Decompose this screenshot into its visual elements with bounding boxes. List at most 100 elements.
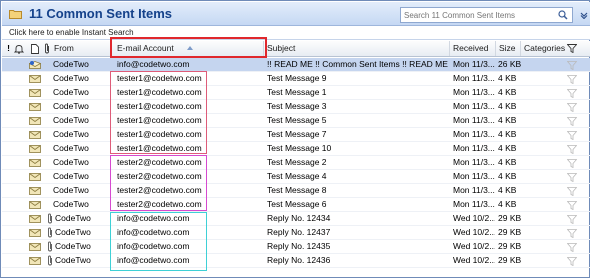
message-subject: !! READ ME !! Common Sent Items !! READ … [267, 59, 449, 69]
envelope-icon [29, 201, 41, 209]
message-subject: Reply No. 12436 [267, 255, 331, 265]
message-from: CodeTwo [53, 199, 89, 209]
reminder-column-header[interactable] [12, 41, 26, 56]
subject-column-header[interactable]: Subject [264, 41, 450, 56]
message-row[interactable]: CodeTwo tester1@codetwo.com Test Message 9… [2, 72, 590, 86]
message-received: Wed 10/2... [453, 255, 495, 265]
flag-icon[interactable] [567, 89, 577, 98]
message-size: 4 KB [498, 185, 517, 195]
message-row[interactable]: CodeTwo tester1@codetwo.com Test Message 1… [2, 142, 590, 156]
message-row[interactable]: CodeTwo info@codetwo.com !! READ ME !! Com… [2, 58, 590, 72]
message-size: 4 KB [498, 199, 517, 209]
flag-icon[interactable] [567, 75, 577, 84]
message-row[interactable]: CodeTwo tester2@codetwo.com Test Message 2… [2, 156, 590, 170]
expand-query-button[interactable] [578, 8, 589, 22]
message-row[interactable]: CodeTwo tester1@codetwo.com Test Message 3… [2, 100, 590, 114]
search-input[interactable] [401, 8, 551, 22]
message-row[interactable]: CodeTwo tester2@codetwo.com Test Message 6… [2, 198, 590, 212]
type-column-header[interactable] [29, 41, 41, 56]
flag-icon[interactable] [567, 131, 577, 140]
message-email-account: tester2@codetwo.com [117, 157, 202, 167]
message-from: CodeTwo [53, 185, 89, 195]
message-row[interactable]: CodeTwo tester1@codetwo.com Test Message 1… [2, 86, 590, 100]
envelope-icon [29, 75, 41, 83]
search-icon [558, 10, 568, 20]
message-email-account: tester2@codetwo.com [117, 185, 202, 195]
folder-icon [9, 10, 22, 19]
message-from: CodeTwo [53, 73, 89, 83]
flag-icon[interactable] [567, 201, 577, 210]
message-subject: Test Message 10 [267, 143, 332, 153]
message-received: Mon 11/3... [453, 87, 495, 97]
flag-icon[interactable] [567, 103, 577, 112]
flag-icon[interactable] [567, 187, 577, 196]
message-received: Mon 11/3... [453, 143, 495, 153]
message-subject: Test Message 8 [267, 185, 327, 195]
message-subject: Test Message 2 [267, 157, 327, 167]
message-from: CodeTwo [53, 157, 89, 167]
message-size: 29 KB [498, 227, 522, 237]
message-email-account: tester1@codetwo.com [117, 73, 202, 83]
message-from: CodeTwo [55, 227, 91, 237]
envelope-icon [29, 159, 41, 167]
message-email-account: info@codetwo.com [117, 241, 190, 251]
message-subject: Test Message 1 [267, 87, 327, 97]
message-received: Mon 11/3... [453, 199, 495, 209]
flag-icon[interactable] [567, 117, 577, 126]
flag-icon[interactable] [567, 61, 577, 70]
categories-column-header[interactable]: Categories [521, 41, 565, 56]
folder-title: 11 Common Sent Items [29, 6, 173, 21]
flag-icon[interactable] [567, 257, 577, 266]
envelope-icon [29, 187, 41, 195]
message-row[interactable]: CodeTwo info@codetwo.com Reply No. 12434 We… [2, 212, 590, 226]
message-row[interactable]: CodeTwo info@codetwo.com Reply No. 12435 We… [2, 240, 590, 254]
message-received: Mon 11/3... [453, 185, 495, 195]
message-email-account: tester1@codetwo.com [117, 101, 202, 111]
search-button[interactable] [555, 9, 571, 21]
message-received: Mon 11/3... [453, 171, 495, 181]
flag-icon[interactable] [567, 173, 577, 182]
mail-list-window: 11 Common Sent Items Click here to enabl… [0, 0, 590, 278]
envelope-icon [29, 229, 41, 237]
folder-header: 11 Common Sent Items [2, 2, 590, 26]
flag-icon[interactable] [567, 243, 577, 252]
envelope-read-icon [29, 61, 41, 69]
message-row[interactable]: CodeTwo info@codetwo.com Reply No. 12437 We… [2, 226, 590, 240]
message-row[interactable]: CodeTwo tester2@codetwo.com Test Message 4… [2, 170, 590, 184]
message-received: Mon 11/3... [453, 115, 495, 125]
flag-icon[interactable] [567, 229, 577, 238]
message-from: CodeTwo [53, 171, 89, 181]
importance-column-header[interactable]: ! [5, 41, 12, 56]
message-row[interactable]: CodeTwo tester2@codetwo.com Test Message 8… [2, 184, 590, 198]
flag-icon[interactable] [567, 215, 577, 224]
instant-search-box[interactable] [400, 7, 573, 23]
paperclip-icon [44, 43, 49, 54]
received-column-header[interactable]: Received [450, 41, 496, 56]
message-row[interactable]: CodeTwo info@codetwo.com Reply No. 12436 We… [2, 254, 590, 268]
message-size: 29 KB [498, 255, 522, 265]
flag-column-header[interactable] [565, 41, 579, 56]
message-size: 26 KB [498, 59, 522, 69]
flag-icon[interactable] [567, 159, 577, 168]
message-row[interactable]: CodeTwo tester1@codetwo.com Test Message 5… [2, 114, 590, 128]
envelope-icon [29, 243, 41, 251]
flag-icon[interactable] [567, 145, 577, 154]
message-size: 4 KB [498, 157, 517, 167]
message-email-account: info@codetwo.com [117, 59, 190, 69]
message-from: CodeTwo [55, 213, 91, 223]
message-size: 29 KB [498, 213, 522, 223]
message-row[interactable]: CodeTwo tester1@codetwo.com Test Message 7… [2, 128, 590, 142]
chevron-down-icon [580, 12, 587, 19]
column-header-row: ! From E-mail Account Subject Received S… [2, 41, 590, 57]
message-from: CodeTwo [53, 59, 89, 69]
from-column-header[interactable]: From [51, 41, 112, 56]
message-size: 4 KB [498, 101, 517, 111]
message-email-account: tester1@codetwo.com [117, 143, 202, 153]
size-column-header[interactable]: Size [496, 41, 521, 56]
message-subject: Reply No. 12434 [267, 213, 331, 223]
envelope-icon [29, 257, 41, 265]
message-subject: Test Message 9 [267, 73, 327, 83]
attachment-column-header[interactable] [42, 41, 51, 56]
message-subject: Test Message 4 [267, 171, 327, 181]
enable-instant-search-link[interactable]: Click here to enable Instant Search [2, 26, 590, 40]
